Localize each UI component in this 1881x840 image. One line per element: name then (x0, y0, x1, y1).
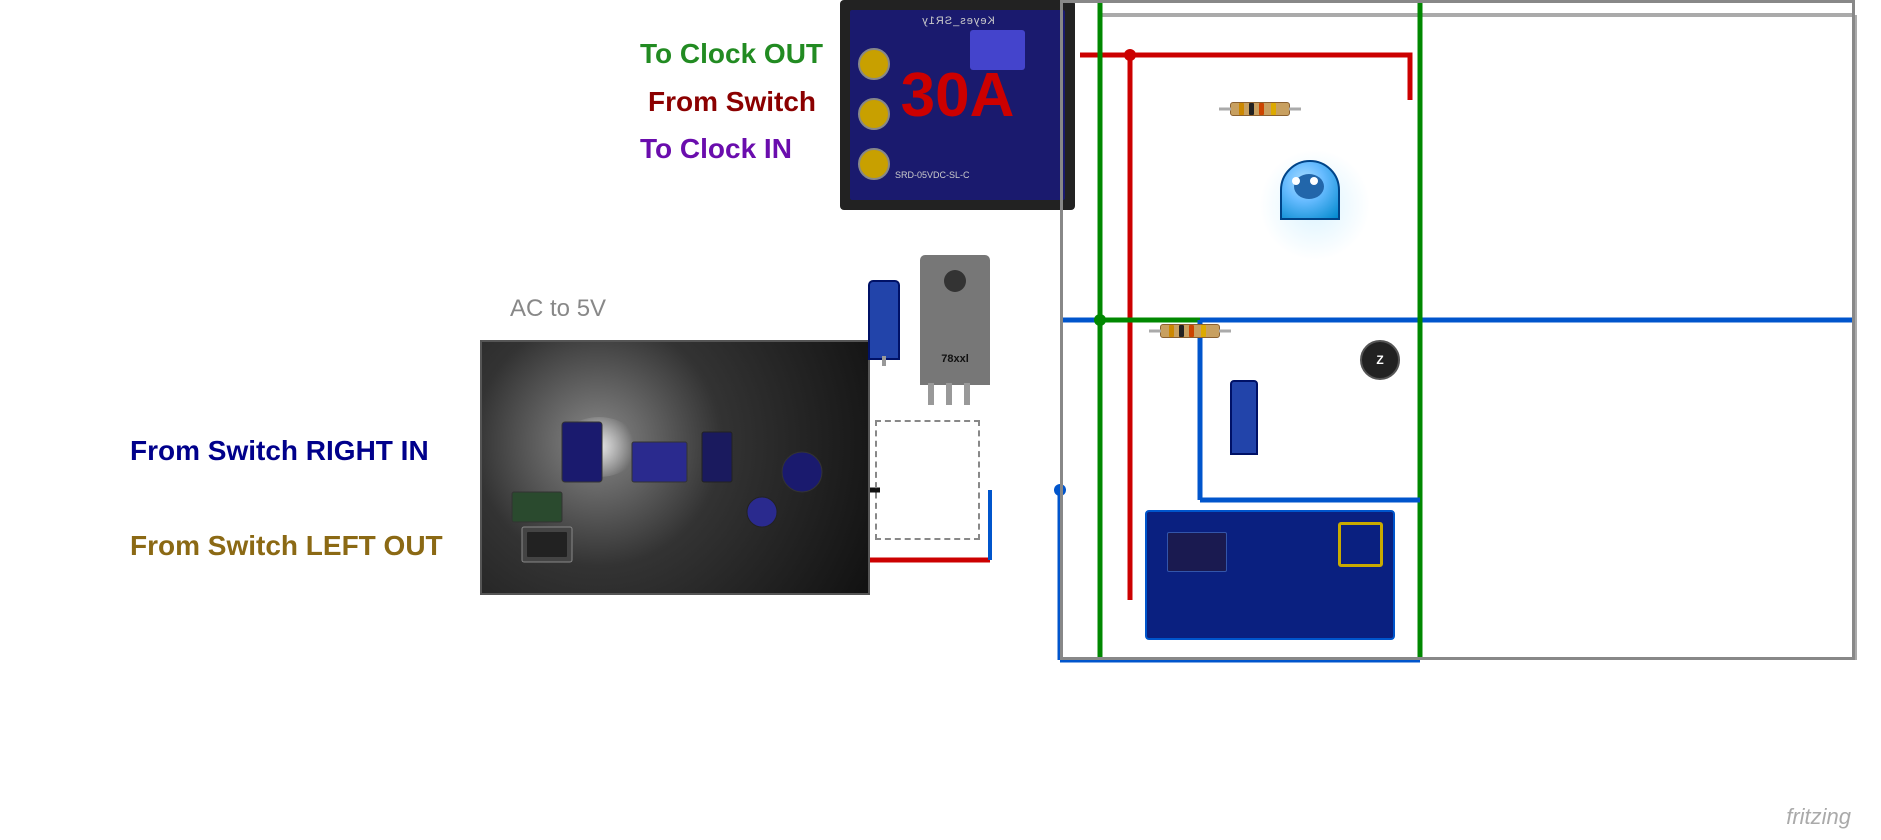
ac-converter-photo (480, 340, 870, 595)
resistor-2-band-3 (1189, 325, 1194, 337)
label-from-switch-top: From Switch (648, 86, 816, 118)
wifi-module (1145, 510, 1395, 640)
photo-inner (482, 342, 868, 593)
relay-coil (970, 30, 1025, 70)
vreg-legs (928, 383, 970, 405)
resistor-1-band-1 (1239, 103, 1244, 115)
led-eye-right (1310, 177, 1318, 185)
label-ac-5v: AC to 5V (510, 295, 606, 323)
resistor-2-band-4 (1201, 325, 1206, 337)
relay-30a-label: 30A (901, 65, 1015, 127)
label-switch-left-out: From Switch LEFT OUT (130, 530, 443, 562)
vreg-label: 78xxl (941, 353, 969, 365)
led-body (1280, 160, 1340, 220)
vreg-leg-3 (964, 383, 970, 405)
resistor-2-band-2 (1179, 325, 1184, 337)
resistor-2 (1160, 324, 1220, 338)
resistor-2-band-1 (1169, 325, 1174, 337)
vreg-dashed-outline (875, 420, 980, 540)
wifi-antenna (1338, 522, 1383, 567)
relay-terminal-c (858, 98, 890, 130)
vreg-mounting-hole (944, 270, 966, 292)
vreg-leg-2 (946, 383, 952, 405)
relay-module: Keyes_SR1y 30A SRD-05VDC-SL-C (840, 0, 1075, 210)
capacitor-1 (868, 280, 900, 360)
resistor-1-band-4 (1271, 103, 1276, 115)
led-eyes (1292, 177, 1318, 185)
label-clock-out: To Clock OUT (640, 38, 823, 70)
relay-srd-label: SRD-05VDC-SL-C (895, 170, 970, 180)
wifi-chip (1167, 532, 1227, 572)
label-clock-in: To Clock IN (640, 133, 792, 165)
capacitor-2 (1230, 380, 1258, 455)
resistor-1 (1230, 102, 1290, 116)
label-switch-right-in: From Switch RIGHT IN (130, 435, 429, 467)
vreg-leg-1 (928, 383, 934, 405)
zener-label: Z (1376, 353, 1383, 367)
resistor-1-band-2 (1249, 103, 1254, 115)
relay-inner: Keyes_SR1y 30A SRD-05VDC-SL-C (850, 10, 1065, 200)
resistor-1-band-3 (1259, 103, 1264, 115)
relay-title-label: Keyes_SR1y (921, 15, 995, 27)
voltage-regulator: 78xxl (920, 255, 990, 385)
led-component (1280, 160, 1350, 250)
fritzing-watermark: fritzing (1786, 804, 1851, 830)
zener-diode: Z (1360, 340, 1400, 380)
photo-svg (482, 342, 870, 595)
relay-terminal-no (858, 48, 890, 80)
relay-terminal-nc (858, 148, 890, 180)
main-canvas: Keyes_SR1y 30A SRD-05VDC-SL-C (0, 0, 1881, 840)
led-eye-left (1292, 177, 1300, 185)
